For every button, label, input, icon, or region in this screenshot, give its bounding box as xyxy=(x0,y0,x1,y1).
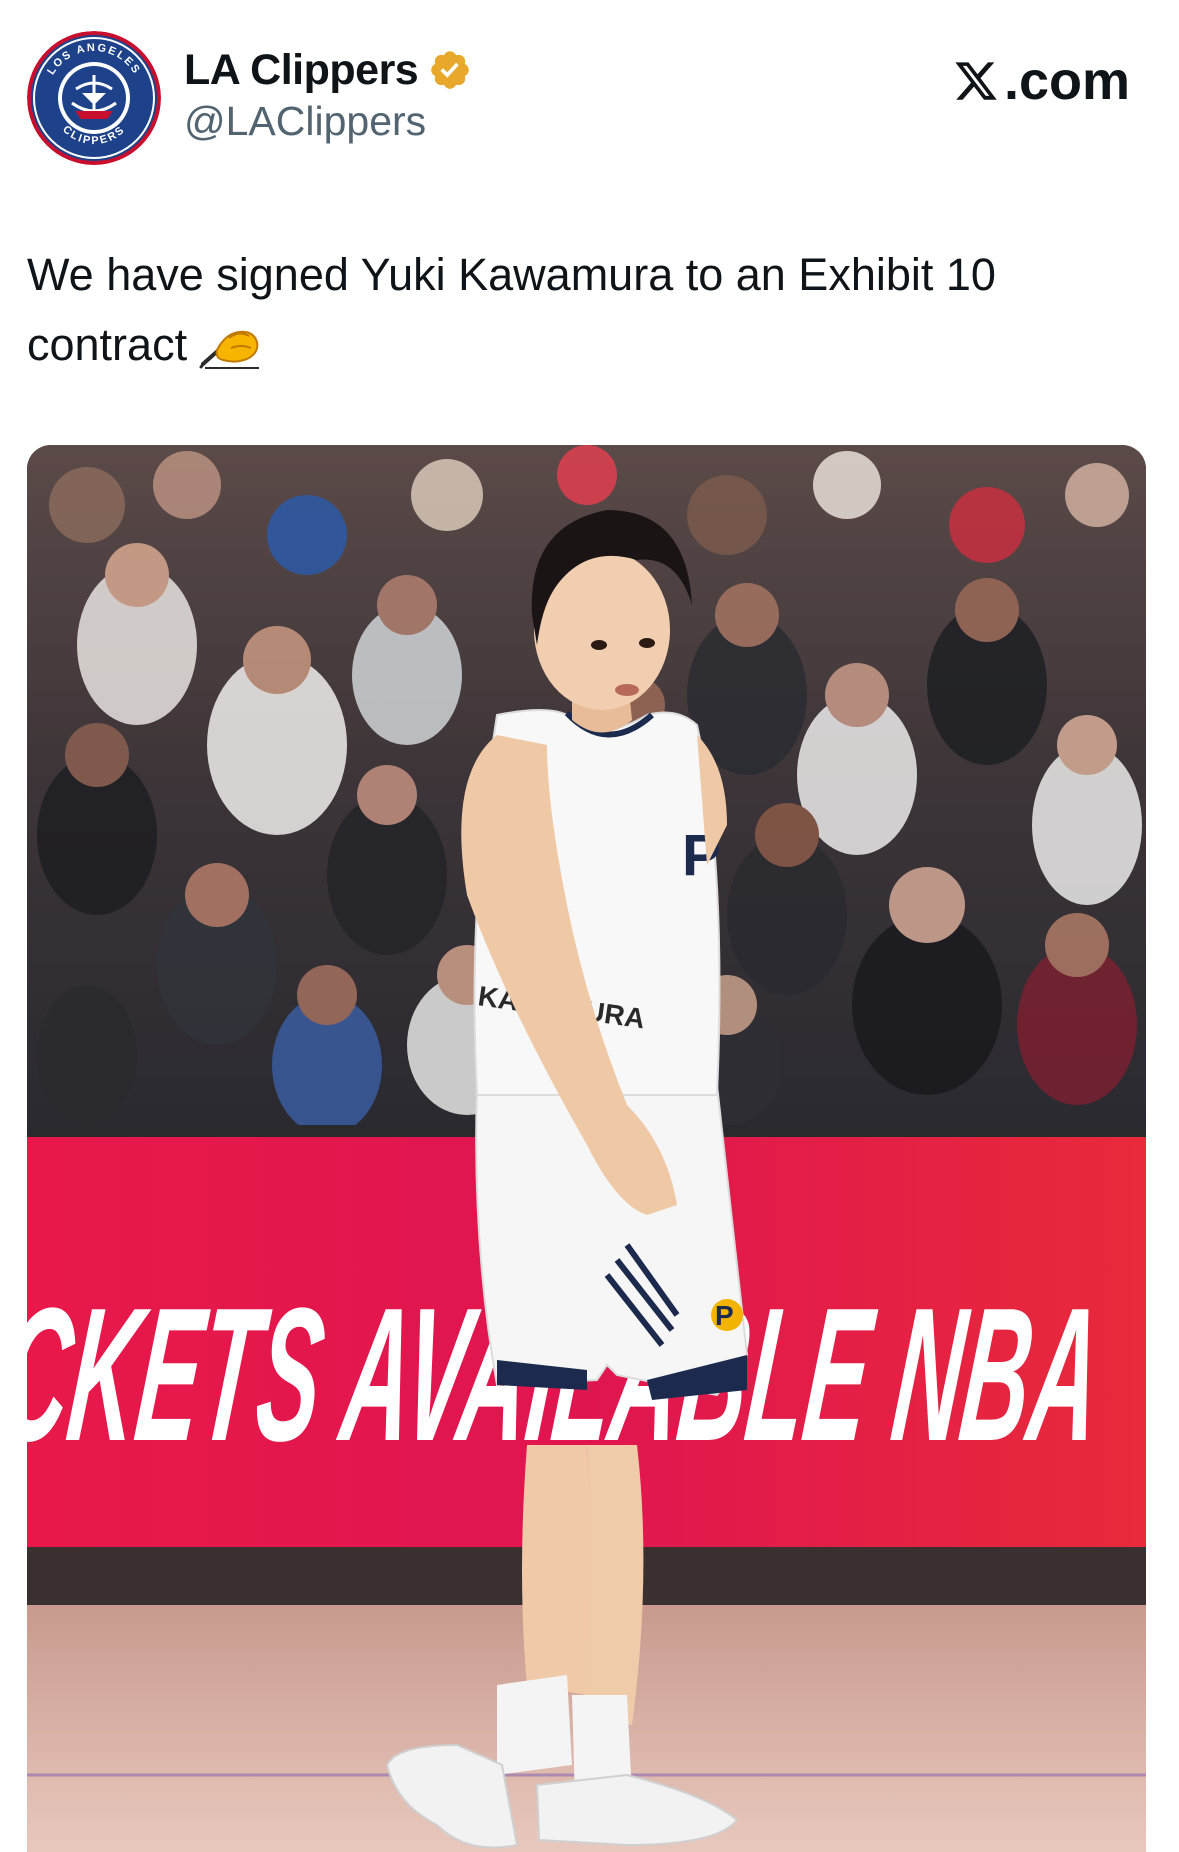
post-text: We have signed Yuki Kawamura to an Exhib… xyxy=(27,240,1147,380)
shorts-logo-letter: P xyxy=(715,1300,734,1331)
post-header: LOS ANGELES CLIPPERS LA Clippers @LAClip… xyxy=(0,0,1179,180)
account-handle[interactable]: @LAClippers xyxy=(184,98,472,145)
avatar[interactable]: LOS ANGELES CLIPPERS xyxy=(27,31,161,165)
account-names: LA Clippers @LAClippers xyxy=(184,44,472,145)
post-photo[interactable]: TICKETS AVAILABLE NBA P KAWAMU xyxy=(27,445,1146,1852)
verified-badge-icon[interactable] xyxy=(428,48,472,92)
x-logo-icon xyxy=(955,62,997,100)
player-photo: TICKETS AVAILABLE NBA P KAWAMU xyxy=(27,445,1146,1852)
writing-hand-emoji-icon xyxy=(199,330,260,369)
post-body: We have signed Yuki Kawamura to an Exhib… xyxy=(27,249,996,370)
brand-domain: .com xyxy=(1003,51,1130,111)
display-name[interactable]: LA Clippers xyxy=(184,46,419,95)
display-name-row: LA Clippers xyxy=(184,44,472,96)
la-clippers-logo-icon: LOS ANGELES CLIPPERS xyxy=(27,31,161,165)
x-brand: .com xyxy=(952,50,1130,112)
